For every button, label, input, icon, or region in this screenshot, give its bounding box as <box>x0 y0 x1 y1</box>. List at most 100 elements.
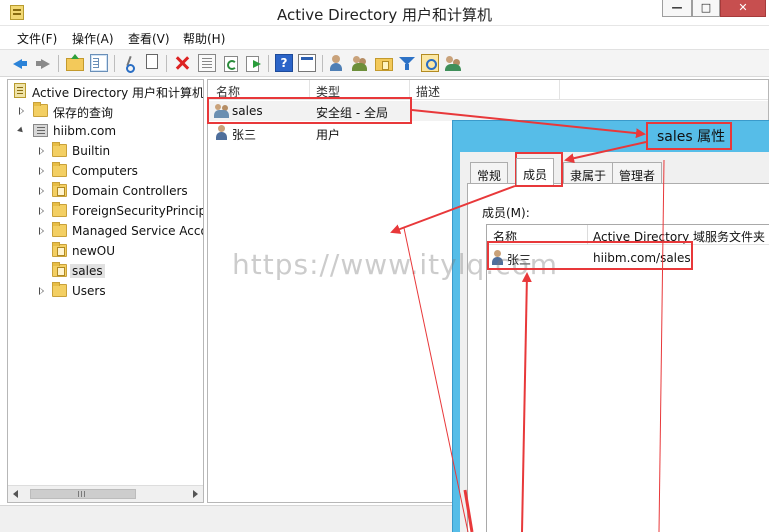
list-header: 名称 类型 描述 <box>208 80 768 100</box>
properties-icon[interactable] <box>198 54 216 72</box>
dialog-title: sales 属性 <box>657 129 726 145</box>
console-tree[interactable]: Active Directory 用户和计算机 保存的查询 hiibm.com … <box>7 79 204 503</box>
delete-icon[interactable] <box>173 54 191 72</box>
menu-help[interactable]: 帮助(H) <box>183 30 225 47</box>
members-column-folder[interactable]: Active Directory 域服务文件夹 <box>593 228 765 245</box>
tree-item-label: ForeignSecurityPrincipals <box>72 204 203 218</box>
toolbar-separator <box>268 55 269 72</box>
menu-action[interactable]: 操作(A) <box>72 30 114 47</box>
cut-icon[interactable] <box>122 54 140 73</box>
expand-arrow-icon[interactable] <box>39 227 44 235</box>
minimize-button[interactable]: — <box>662 0 692 17</box>
member-cell-folder: hiibm.com/sales <box>593 251 691 265</box>
tree-item-label: Managed Service Accounts <box>72 224 203 238</box>
tab-general[interactable]: 常规 <box>470 162 509 184</box>
tab-member-of[interactable]: 隶属于 <box>563 162 614 184</box>
export-list-icon[interactable] <box>244 54 262 72</box>
column-header-name[interactable]: 名称 <box>216 83 240 100</box>
tab-managed-by[interactable]: 管理者 <box>612 162 663 184</box>
new-group-icon[interactable] <box>351 54 369 72</box>
new-user-icon[interactable] <box>328 54 346 72</box>
tree-item-label: 保存的查询 <box>53 106 114 120</box>
expand-arrow-icon[interactable] <box>39 187 44 195</box>
tree-item-label: Computers <box>72 164 138 178</box>
tab-members[interactable]: 成员 <box>516 158 555 185</box>
folder-icon <box>52 142 67 157</box>
members-label: 成员(M): <box>482 206 530 220</box>
tree-item-label: sales <box>70 264 105 278</box>
find-icon[interactable] <box>421 54 439 72</box>
expand-arrow-icon[interactable] <box>39 287 44 295</box>
menu-file[interactable]: 文件(F) <box>17 30 57 47</box>
scroll-left-icon[interactable] <box>13 490 18 498</box>
ad-console-icon <box>14 83 26 98</box>
folder-icon <box>52 162 67 177</box>
window-title: Active Directory 用户和计算机 <box>276 6 493 24</box>
list-row-sales[interactable]: sales 安全组 - 全局 <box>208 101 768 121</box>
list-cell-type: 用户 <box>316 128 341 142</box>
forward-arrow-icon[interactable] <box>34 54 52 72</box>
filter-icon[interactable] <box>398 54 416 72</box>
menu-view[interactable]: 查看(V) <box>128 30 170 47</box>
help-icon[interactable]: ? <box>275 54 293 72</box>
toolbar-separator <box>114 55 115 72</box>
back-arrow-icon[interactable] <box>11 54 29 72</box>
domain-icon <box>33 124 48 137</box>
user-icon <box>215 125 229 141</box>
column-divider[interactable] <box>409 80 410 100</box>
maximize-button[interactable]: □ <box>692 0 720 17</box>
members-column-name[interactable]: 名称 <box>493 228 517 245</box>
tree-item-label: Domain Controllers <box>72 184 188 198</box>
expand-arrow-icon[interactable] <box>19 107 24 115</box>
console-icon[interactable] <box>298 54 316 72</box>
toolbar-separator <box>166 55 167 72</box>
column-divider[interactable] <box>309 80 310 100</box>
ou-icon <box>52 182 67 197</box>
folder-icon <box>33 102 48 117</box>
close-button[interactable]: ✕ <box>720 0 766 17</box>
user-icon <box>491 250 505 266</box>
member-cell-name: 张三 <box>507 253 532 267</box>
members-list-header: 名称 Active Directory 域服务文件夹 <box>487 225 769 245</box>
expand-arrow-icon[interactable] <box>39 147 44 155</box>
expand-arrow-icon[interactable] <box>39 167 44 175</box>
folder-icon <box>52 282 67 297</box>
members-list[interactable]: 名称 Active Directory 域服务文件夹 张三 hiibm.com/… <box>486 224 769 532</box>
list-cell-type: 安全组 - 全局 <box>316 106 388 120</box>
ou-icon <box>52 262 67 277</box>
folder-icon <box>52 222 67 237</box>
sales-properties-dialog[interactable]: sales 属性 常规 成员 隶属于 管理者 成员(M): 名称 Active … <box>452 120 769 532</box>
refresh-icon[interactable] <box>221 54 239 72</box>
list-cell-name: 张三 <box>232 128 257 142</box>
tree-item-label: Users <box>72 284 106 298</box>
expand-arrow-icon[interactable] <box>39 207 44 215</box>
scrollbar-grip-icon <box>78 491 87 497</box>
column-divider[interactable] <box>587 225 588 245</box>
security-group-icon <box>214 103 230 119</box>
toolbar-separator <box>322 55 323 72</box>
folder-icon <box>52 202 67 217</box>
tree-horizontal-scrollbar[interactable] <box>8 485 203 502</box>
new-ou-icon[interactable] <box>375 58 393 71</box>
tree-item-label: Active Directory 用户和计算机 <box>32 86 204 100</box>
members-row-zhangsan[interactable]: 张三 hiibm.com/sales <box>487 248 769 268</box>
tree-item-label: newOU <box>72 244 116 258</box>
copy-icon[interactable] <box>146 54 158 69</box>
show-tree-icon[interactable] <box>90 54 108 72</box>
tree-item-label: Builtin <box>72 144 111 158</box>
toolbar-separator <box>58 55 59 72</box>
scroll-right-icon[interactable] <box>193 490 198 498</box>
dialog-body: 常规 成员 隶属于 管理者 成员(M): 名称 Active Directory… <box>460 152 769 532</box>
toolbar: ? <box>0 49 769 77</box>
add-to-group-icon[interactable] <box>444 54 462 72</box>
folder-up-icon[interactable] <box>66 54 84 71</box>
title-bar: Active Directory 用户和计算机 — □ ✕ <box>0 0 769 26</box>
column-header-description[interactable]: 描述 <box>416 83 440 100</box>
column-divider[interactable] <box>559 80 560 100</box>
list-cell-name: sales <box>232 104 263 118</box>
menu-bar: 文件(F) 操作(A) 查看(V) 帮助(H) <box>0 27 769 48</box>
tree-item-label: hiibm.com <box>53 124 117 138</box>
collapse-arrow-icon[interactable] <box>17 126 25 135</box>
ou-icon <box>52 242 67 257</box>
column-header-type[interactable]: 类型 <box>316 83 340 100</box>
